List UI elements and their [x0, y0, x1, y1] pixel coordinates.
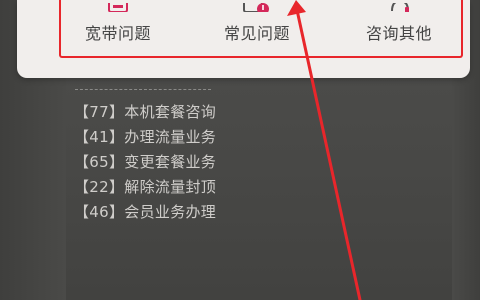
annotation-arrow-head: [287, 0, 306, 16]
annotation-arrow-shaft: [295, 8, 362, 300]
annotation-arrow: [287, 0, 362, 300]
